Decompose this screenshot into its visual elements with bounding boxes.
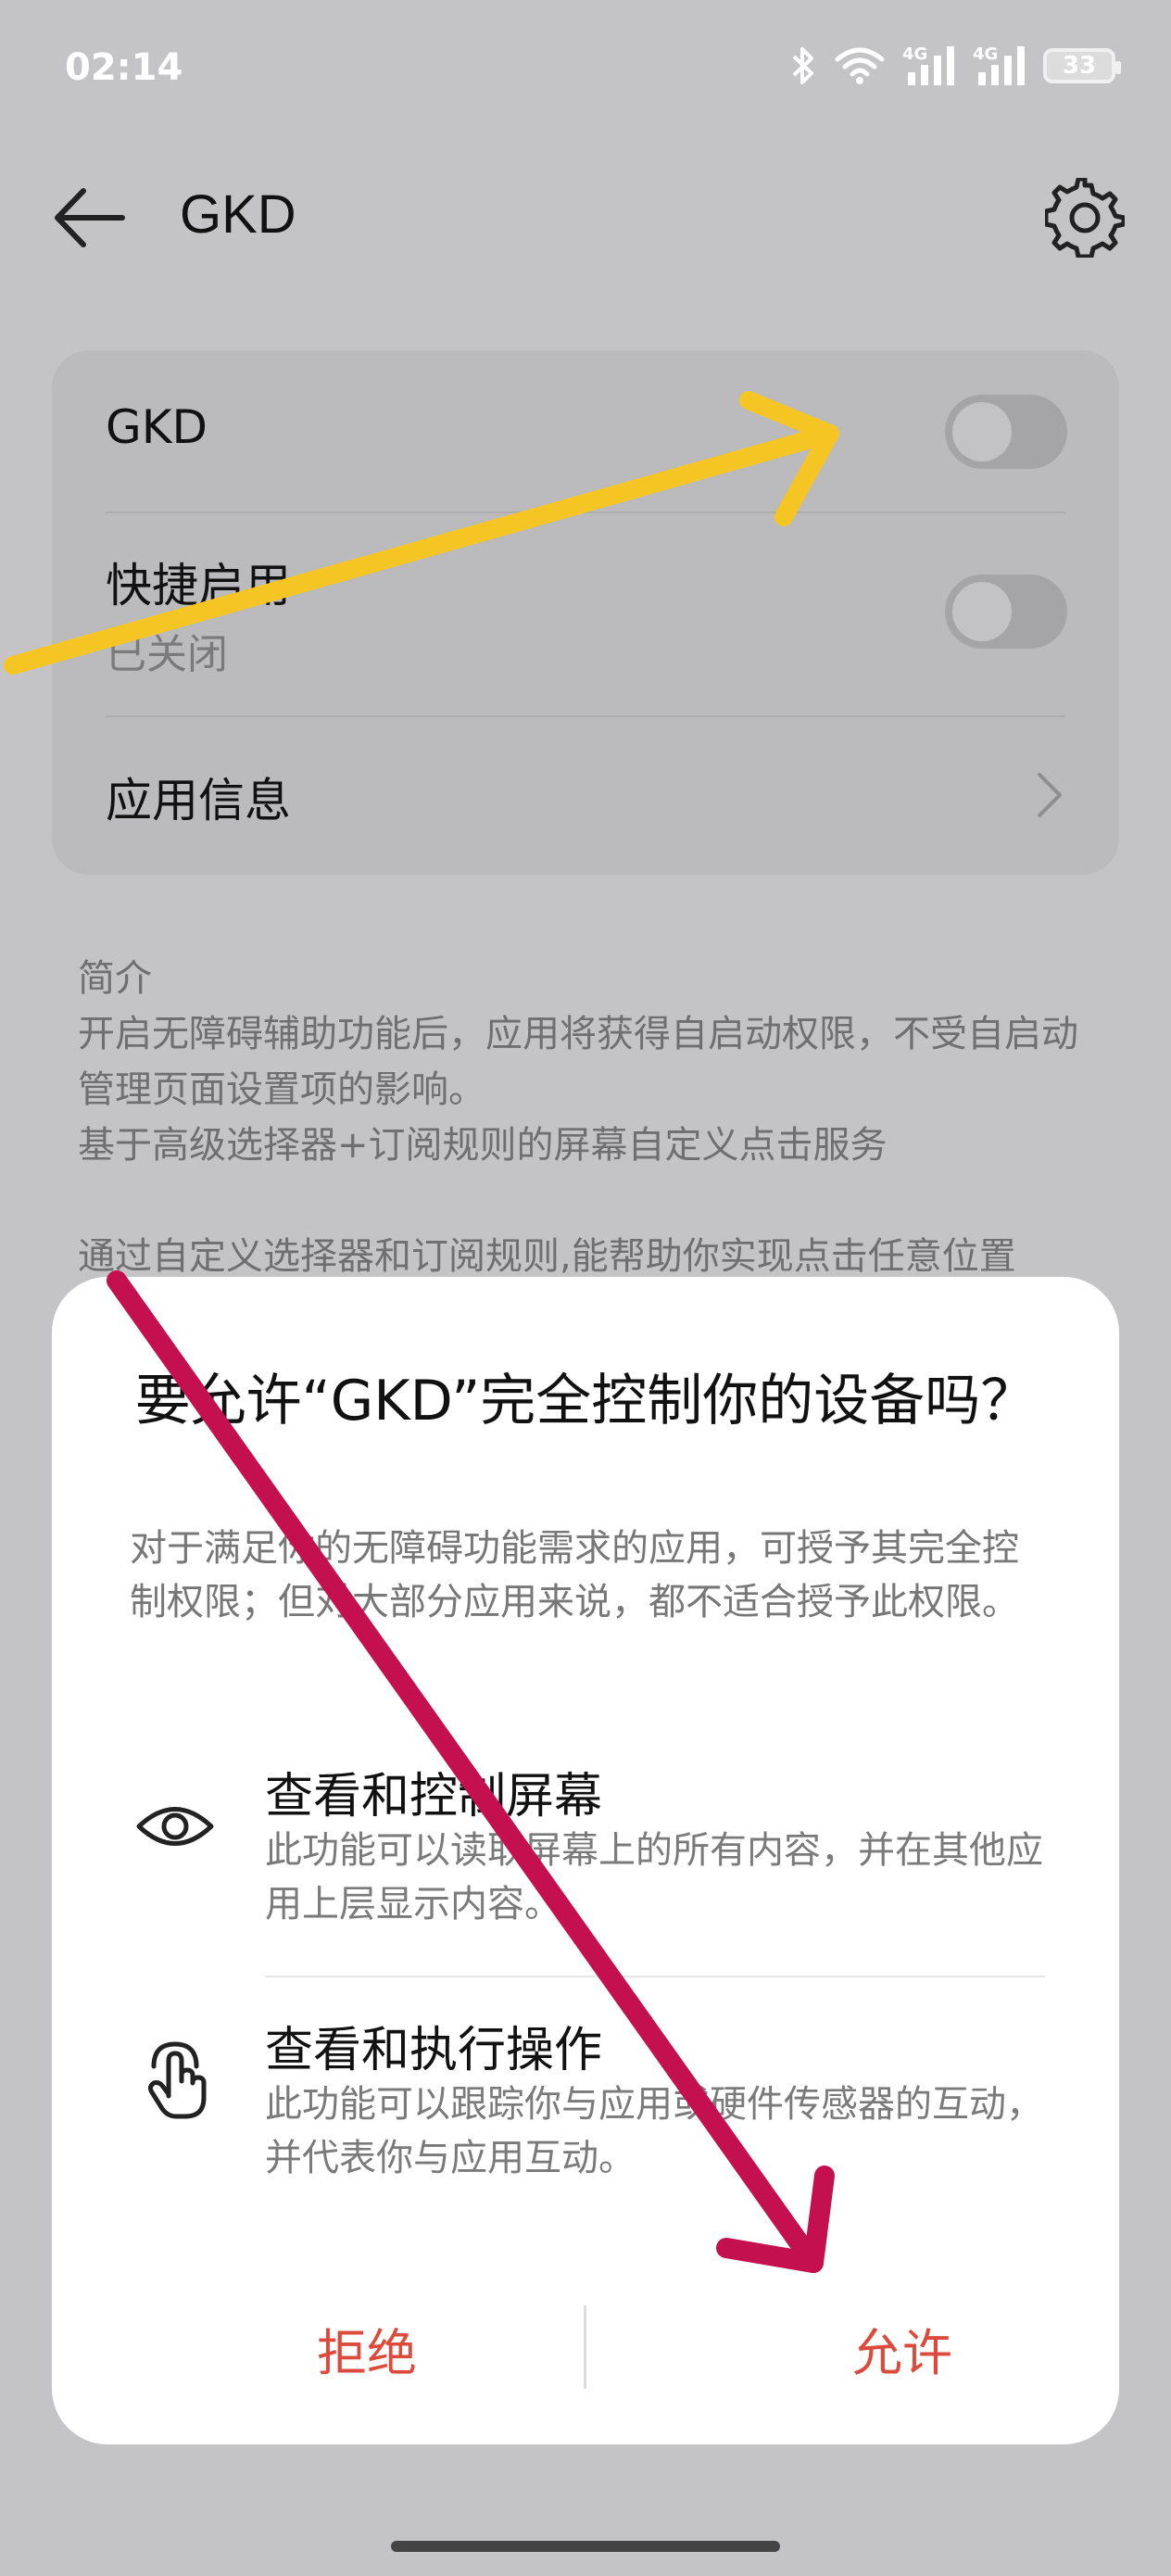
chevron-right-icon [1038, 773, 1062, 817]
allow-button[interactable]: 允许 [717, 2302, 1088, 2394]
bluetooth-icon [792, 47, 813, 84]
intro-section: 简介 开启无障碍辅助功能后，应用将获得自启动权限，不受自启动管理页面设置项的影响… [78, 951, 1106, 1284]
shortcut-label: 快捷启用 [106, 559, 291, 612]
gkd-service-label: GKD [106, 400, 208, 454]
tap-hand-icon [147, 2041, 207, 2119]
dialog-title: 要允许“GKD”完全控制你的设备吗？ [134, 1369, 1037, 1433]
shortcut-toggle[interactable] [945, 575, 1067, 649]
signal-bars-icon [908, 46, 954, 85]
status-bar: 02:14 4G 4G 33 [0, 0, 1171, 139]
intro-heading: 简介 [78, 957, 152, 1000]
permission-title: 查看和控制屏幕 [265, 1769, 603, 1825]
status-icons: 4G 4G 33 [789, 43, 1121, 89]
settings-card: GKD 快捷启用 已关闭 应用信息 [52, 350, 1119, 875]
app-info-label: 应用信息 [106, 774, 291, 827]
page-title: GKD [180, 184, 296, 245]
deny-button[interactable]: 拒绝 [182, 2302, 552, 2394]
back-arrow-icon[interactable] [52, 185, 126, 250]
divider [265, 1976, 1045, 1977]
battery-indicator: 33 [1043, 48, 1121, 83]
eye-icon [136, 1807, 214, 1846]
app-bar: GKD [0, 167, 1171, 269]
accessibility-permission-dialog: 要允许“GKD”完全控制你的设备吗？ 对于满足你的无障碍功能需求的应用，可授予其… [52, 1277, 1119, 2444]
gkd-service-row[interactable]: GKD [106, 400, 1065, 454]
intro-line: 开启无障碍辅助功能后，应用将获得自启动权限，不受自启动管理页面设置项的影响。 [78, 1013, 1078, 1111]
gkd-service-toggle[interactable] [945, 395, 1067, 469]
app-info-row[interactable]: 应用信息 [106, 764, 1065, 830]
gear-icon[interactable] [1045, 178, 1125, 258]
dialog-description: 对于满足你的无障碍功能需求的应用，可授予其完全控制权限；但对大部分应用来说，都不… [130, 1527, 1019, 1623]
divider [106, 511, 1065, 513]
cellular-signal-1: 4G [902, 44, 956, 87]
signal-bars-icon [978, 46, 1025, 85]
permission-description: 此功能可以跟踪你与应用或硬件传感器的互动，并代表你与应用互动。 [265, 2083, 1043, 2179]
wifi-icon [835, 47, 885, 84]
cellular-signal-2: 4G [973, 44, 1026, 87]
home-indicator[interactable] [391, 2541, 780, 2552]
button-divider [584, 2305, 586, 2389]
intro-line: 基于高级选择器+订阅规则的屏幕自定义点击服务 [78, 1124, 888, 1167]
permission-title: 查看和执行操作 [265, 2023, 603, 2078]
divider [106, 715, 1065, 717]
shortcut-status: 已关闭 [106, 631, 228, 678]
status-time: 02:14 [65, 46, 183, 89]
shortcut-row[interactable]: 快捷启用 已关闭 [106, 549, 1065, 680]
intro-line: 通过自定义选择器和订阅规则,能帮助你实现点击任意位置 [78, 1235, 1016, 1278]
permission-description: 此功能可以读取屏幕上的所有内容，并在其他应用上层显示内容。 [265, 1829, 1043, 1926]
